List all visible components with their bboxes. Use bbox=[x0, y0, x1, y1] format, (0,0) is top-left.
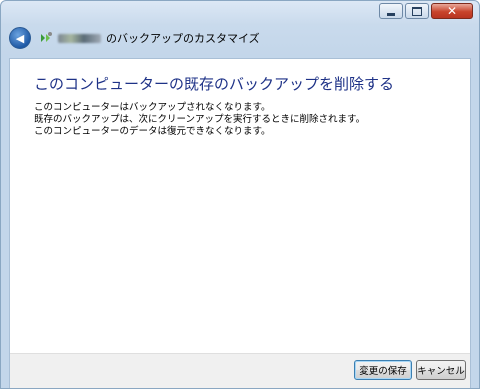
back-arrow-icon: ◀ bbox=[15, 31, 25, 45]
backup-customize-window: ✕ ◀ のバックアップのカスタマイズ このコンピューターの既存のバックアップを削… bbox=[0, 0, 480, 389]
close-icon: ✕ bbox=[446, 4, 458, 18]
cancel-button[interactable]: キャンセル bbox=[416, 360, 466, 380]
minimize-button[interactable] bbox=[379, 3, 403, 19]
navigation-bar: ◀ のバックアップのカスタマイズ bbox=[9, 26, 471, 50]
close-button[interactable]: ✕ bbox=[431, 3, 473, 19]
minimize-icon bbox=[387, 12, 395, 16]
save-changes-button[interactable]: 変更の保存 bbox=[354, 360, 412, 380]
page-heading: このコンピューターの既存のバックアップを削除する bbox=[34, 75, 395, 93]
description-line: 既存のバックアップは、次にクリーンアップを実行するときに削除されます。 bbox=[34, 114, 366, 125]
maximize-icon bbox=[412, 6, 422, 16]
description-line: このコンピューターはバックアップされなくなります。 bbox=[34, 102, 271, 113]
computer-name-redacted bbox=[58, 33, 101, 43]
description-line: このコンピューターのデータは復元できなくなります。 bbox=[34, 126, 271, 137]
caption-buttons: ✕ bbox=[379, 3, 473, 19]
description-text: このコンピューターはバックアップされなくなります。 既存のバックアップは、次にク… bbox=[34, 102, 365, 138]
content-pane: このコンピューターの既存のバックアップを削除する このコンピューターはバックアッ… bbox=[9, 58, 471, 388]
back-button[interactable]: ◀ bbox=[9, 27, 31, 49]
window-title: のバックアップのカスタマイズ bbox=[106, 32, 260, 45]
button-footer: 変更の保存 キャンセル bbox=[10, 353, 470, 388]
maximize-button[interactable] bbox=[405, 3, 429, 19]
backup-app-icon bbox=[39, 31, 53, 45]
